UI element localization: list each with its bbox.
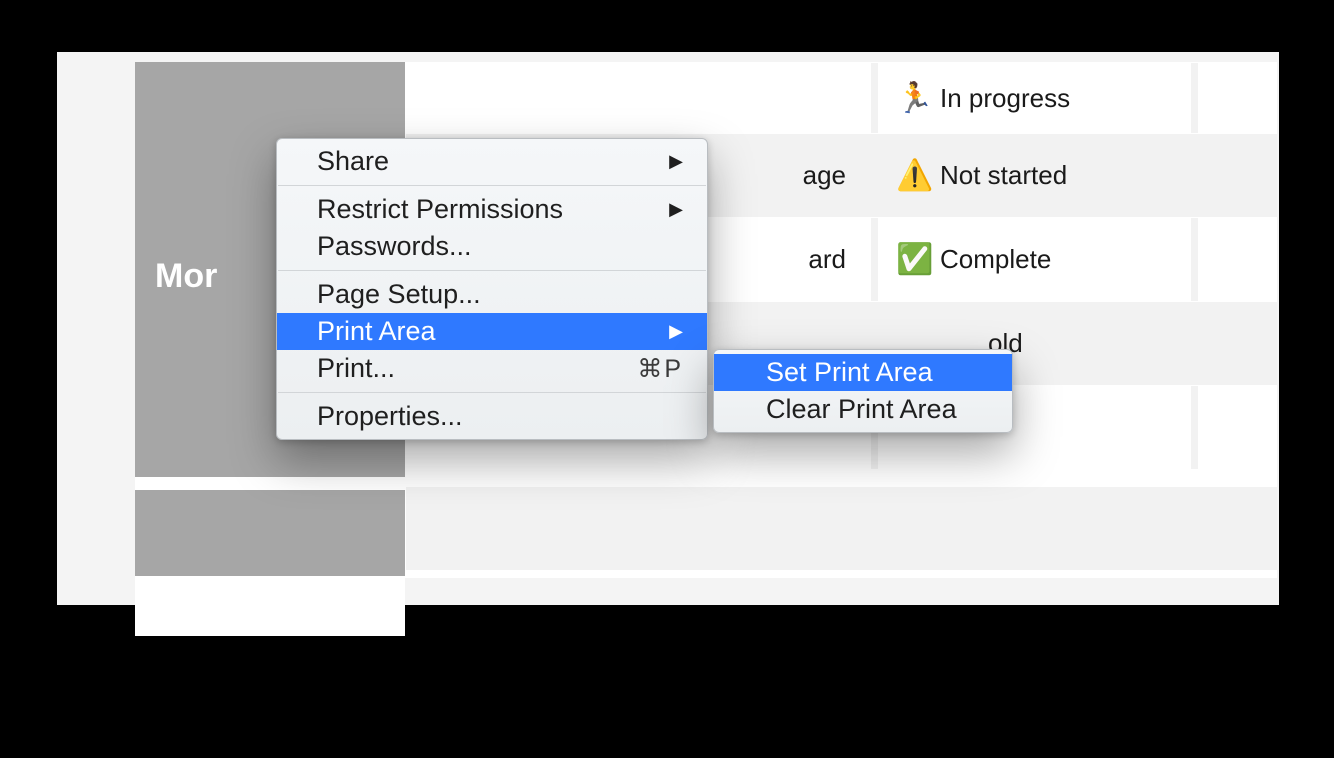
menu-label: Share	[317, 146, 389, 177]
status-label: Not started	[940, 160, 1067, 191]
menu-label: Properties...	[317, 401, 463, 432]
check-icon: ✅	[896, 242, 934, 277]
menu-item-print-area[interactable]: Print Area ▶	[277, 313, 707, 350]
chevron-right-icon: ▶	[669, 321, 683, 342]
empty-cell	[1198, 487, 1277, 570]
task-text: age	[803, 160, 846, 191]
extra-cell	[1198, 218, 1277, 301]
menu-shortcut: ⌘P	[637, 354, 683, 384]
menu-label: Print...	[317, 353, 395, 384]
menu-label: Print Area	[317, 316, 436, 347]
empty-cell	[878, 487, 1198, 570]
status-cell: 🏃 In progress	[878, 63, 1198, 133]
extra-cell	[1198, 302, 1277, 385]
warning-icon: ⚠️	[896, 158, 934, 193]
menu-label: Page Setup...	[317, 279, 481, 310]
extra-cell	[1198, 63, 1277, 133]
chevron-right-icon: ▶	[669, 199, 683, 220]
table-row: 🏃 In progress	[406, 62, 1277, 133]
status-cell: ✅ Complete	[878, 218, 1198, 301]
task-text: ard	[808, 244, 846, 275]
context-submenu-print-area: Set Print Area Clear Print Area	[713, 349, 1013, 433]
status-label: In progress	[940, 83, 1070, 114]
screenshot-frame: Mor 🏃 In progress age ⚠	[0, 0, 1334, 758]
status-cell: ⚠️ Not started	[878, 134, 1198, 217]
runner-icon: 🏃	[896, 81, 934, 116]
submenu-item-set-print-area[interactable]: Set Print Area	[714, 354, 1012, 391]
empty-cell	[1198, 386, 1277, 469]
page-background: Mor 🏃 In progress age ⚠	[57, 52, 1279, 605]
menu-item-properties[interactable]: Properties...	[277, 398, 707, 435]
menu-item-passwords[interactable]: Passwords...	[277, 228, 707, 265]
menu-separator	[278, 185, 706, 186]
chevron-right-icon: ▶	[669, 151, 683, 172]
task-cell	[406, 63, 878, 133]
menu-item-restrict-permissions[interactable]: Restrict Permissions ▶	[277, 191, 707, 228]
separator-row	[406, 469, 1277, 486]
menu-item-print[interactable]: Print... ⌘P	[277, 350, 707, 387]
status-label: Complete	[940, 244, 1051, 275]
menu-separator	[278, 270, 706, 271]
menu-label: Clear Print Area	[766, 394, 957, 425]
menu-label: Passwords...	[317, 231, 472, 262]
table-row	[406, 486, 1277, 570]
menu-item-share[interactable]: Share ▶	[277, 143, 707, 180]
menu-item-page-setup[interactable]: Page Setup...	[277, 276, 707, 313]
menu-label: Set Print Area	[766, 357, 933, 388]
empty-cell	[406, 487, 878, 570]
extra-cell	[1198, 134, 1277, 217]
row-header-divider	[135, 477, 405, 490]
row-header-label: Mor	[155, 257, 217, 296]
menu-separator	[278, 392, 706, 393]
row-header-bottom	[135, 576, 405, 636]
context-menu: Share ▶ Restrict Permissions ▶ Passwords…	[276, 138, 708, 440]
submenu-item-clear-print-area[interactable]: Clear Print Area	[714, 391, 1012, 428]
menu-label: Restrict Permissions	[317, 194, 563, 225]
